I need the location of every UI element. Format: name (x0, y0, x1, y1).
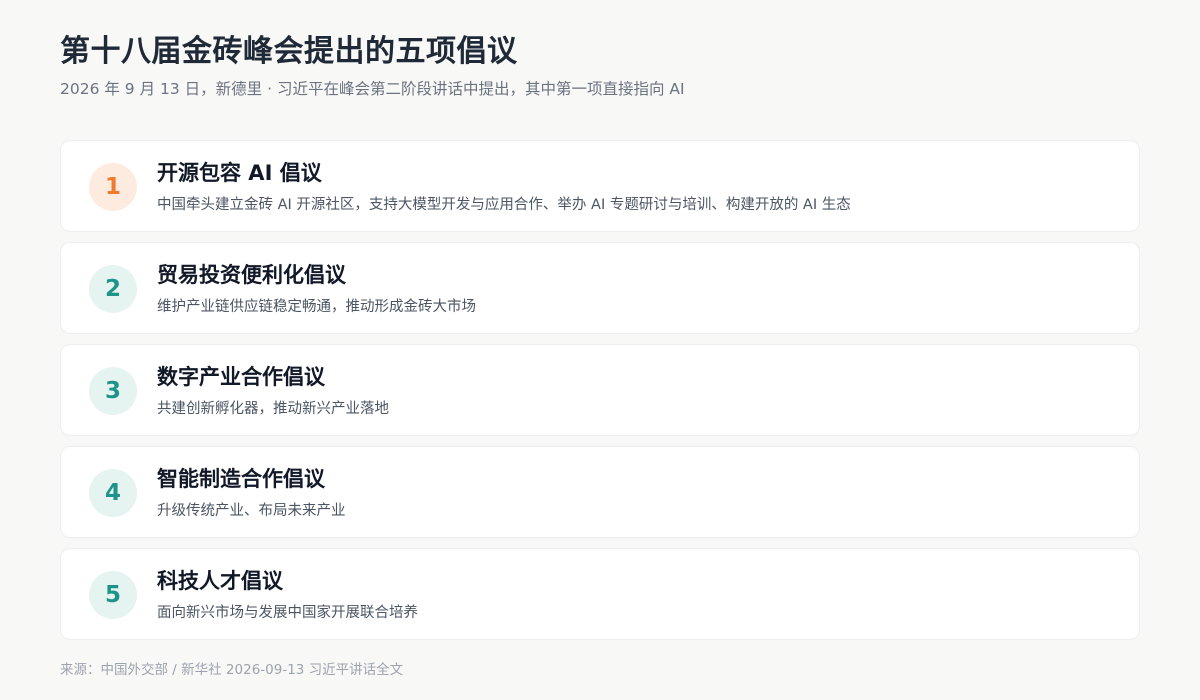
source-footer: 来源：中国外交部 / 新华社 2026-09-13 习近平讲话全文 (60, 662, 404, 678)
initiative-number-badge: 3 (89, 367, 137, 415)
page-title: 第十八届金砖峰会提出的五项倡议 (60, 34, 518, 69)
initiative-number-badge: 4 (89, 469, 137, 517)
initiative-title: 科技人才倡议 (157, 569, 283, 593)
initiative-number-badge: 2 (89, 265, 137, 313)
initiative-card-2: 2 贸易投资便利化倡议 维护产业链供应链稳定畅通，推动形成金砖大市场 (60, 242, 1140, 334)
initiative-title: 贸易投资便利化倡议 (157, 263, 346, 287)
initiative-title: 开源包容 AI 倡议 (157, 161, 322, 185)
initiative-card-4: 4 智能制造合作倡议 升级传统产业、布局未来产业 (60, 446, 1140, 538)
initiative-card-5: 5 科技人才倡议 面向新兴市场与发展中国家开展联合培养 (60, 548, 1140, 640)
initiative-description: 面向新兴市场与发展中国家开展联合培养 (157, 605, 418, 621)
initiative-title: 智能制造合作倡议 (157, 467, 325, 491)
initiative-description: 升级传统产业、布局未来产业 (157, 503, 346, 519)
initiative-number-badge: 1 (89, 163, 137, 211)
initiative-description: 共建创新孵化器，推动新兴产业落地 (157, 401, 389, 417)
initiative-description: 中国牵头建立金砖 AI 开源社区，支持大模型开发与应用合作、举办 AI 专题研讨… (157, 197, 851, 213)
initiative-number-badge: 5 (89, 571, 137, 619)
initiative-card-1: 1 开源包容 AI 倡议 中国牵头建立金砖 AI 开源社区，支持大模型开发与应用… (60, 140, 1140, 232)
page-subtitle: 2026 年 9 月 13 日，新德里 · 习近平在峰会第二阶段讲话中提出，其中… (60, 80, 685, 98)
initiative-description: 维护产业链供应链稳定畅通，推动形成金砖大市场 (157, 299, 476, 315)
initiative-list: 1 开源包容 AI 倡议 中国牵头建立金砖 AI 开源社区，支持大模型开发与应用… (60, 140, 1140, 650)
page: 第十八届金砖峰会提出的五项倡议 2026 年 9 月 13 日，新德里 · 习近… (60, 0, 1140, 700)
initiative-card-3: 3 数字产业合作倡议 共建创新孵化器，推动新兴产业落地 (60, 344, 1140, 436)
initiative-title: 数字产业合作倡议 (157, 365, 325, 389)
